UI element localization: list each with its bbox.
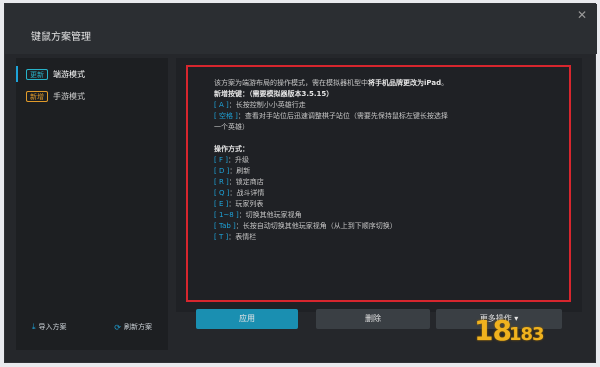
key-label: [ 空格 ] (214, 112, 238, 120)
description-line: 新增按键：（需要模拟器版本3.5.15） (214, 89, 554, 100)
description-line: [ D ]：刷新 (214, 166, 554, 177)
key-label: [ A ] (214, 101, 229, 109)
watermark-small: 183 (508, 324, 545, 345)
description-line: [ E ]：玩家列表 (214, 199, 554, 210)
scheme-sidebar: 更新 端游模式 新增 手游模式 ⤓ 导入方案 ⟳ 刷新方案 (16, 58, 168, 350)
description-text: 将手机品牌更改为iPad (368, 79, 442, 87)
description-line: 操作方式： (214, 144, 554, 155)
description-text: ：战斗详情 (229, 189, 265, 197)
description-text: ：锁定商店 (228, 178, 264, 186)
description-text: 。 (441, 79, 449, 87)
sidebar-item-pc-mode[interactable]: 更新 端游模式 (26, 66, 85, 82)
description-text: ：查看对手站位后迅速调整棋子站位（需要先保持鼠标左键长按选择 (237, 112, 448, 120)
delete-button[interactable]: 删除 (316, 309, 430, 329)
new-badge: 新增 (26, 90, 48, 102)
description-text: ：长按自动切换其他玩家视角（从上到下顺序切换） (235, 222, 397, 230)
description-text: ：刷新 (229, 167, 251, 175)
sidebar-item-label: 手游模式 (53, 91, 85, 101)
title-bar: 键鼠方案管理 ✕ (5, 4, 597, 54)
description-line: [ R ]：锁定商店 (214, 177, 554, 188)
description-text: ：切换其他玩家视角 (238, 211, 302, 219)
key-label: [ Tab ] (214, 222, 236, 230)
import-scheme-button[interactable]: ⤓ 导入方案 (32, 320, 67, 334)
description-line: [ 空格 ]：查看对手站位后迅速调整棋子站位（需要先保持鼠标左键长按选择 (214, 111, 554, 122)
description-line: 该方案为端游布局的操作模式，需在模拟器机型中将手机品牌更改为iPad。 (214, 78, 554, 89)
close-icon[interactable]: ✕ (577, 8, 587, 22)
description-line: [ Tab ]：长按自动切换其他玩家视角（从上到下顺序切换） (214, 221, 554, 232)
dialog-title: 键鼠方案管理 (31, 32, 91, 43)
key-label: [ Q ] (214, 189, 230, 197)
description-line: [ 1~8 ]：切换其他玩家视角 (214, 210, 554, 221)
key-label: [ T ] (214, 233, 229, 241)
sidebar-item-mobile-mode[interactable]: 新增 手游模式 (26, 88, 85, 104)
import-scheme-label: 导入方案 (38, 323, 67, 331)
description-line (214, 133, 554, 144)
sidebar-footer: ⤓ 导入方案 ⟳ 刷新方案 (16, 320, 168, 334)
active-indicator (16, 66, 18, 82)
watermark-main: 18 (474, 314, 512, 347)
key-label: [ 1~8 ] (214, 211, 239, 219)
refresh-scheme-button[interactable]: ⟳ 刷新方案 (114, 320, 152, 334)
description-line: [ Q ]：战斗详情 (214, 188, 554, 199)
description-text: ：玩家列表 (228, 200, 264, 208)
description-text: 一个英雄） (214, 123, 249, 131)
updated-badge: 更新 (26, 68, 48, 80)
key-label: [ D ] (214, 167, 230, 175)
refresh-icon: ⟳ (114, 322, 121, 332)
description-line: [ A ]：长按控制小小英雄行走 (214, 100, 554, 111)
description-text: 操作方式： (214, 145, 249, 153)
description-text: 新增按键：（需要模拟器版本3.5.15） (214, 90, 334, 98)
apply-button[interactable]: 应用 (196, 309, 298, 329)
description-text: ：表情栏 (228, 233, 257, 241)
sidebar-item-label: 端游模式 (53, 69, 85, 79)
description-line: [ F ]：升级 (214, 155, 554, 166)
refresh-scheme-label: 刷新方案 (124, 323, 152, 331)
description-text (214, 134, 216, 142)
key-label: [ F ] (214, 156, 228, 164)
description-line: [ T ]：表情栏 (214, 232, 554, 243)
description-line: 一个英雄） (214, 122, 554, 133)
key-label: [ R ] (214, 178, 229, 186)
site-watermark-logo: 18183 (474, 314, 586, 354)
description-text: ：长按控制小小英雄行走 (228, 101, 306, 109)
description-text: ：升级 (227, 156, 249, 164)
description-text: 该方案为端游布局的操作模式，需在模拟器机型中 (214, 79, 368, 87)
import-icon: ⤓ (32, 322, 36, 331)
key-label: [ E ] (214, 200, 229, 208)
scheme-description-text: 该方案为端游布局的操作模式，需在模拟器机型中将手机品牌更改为iPad。 新增按键：… (214, 78, 554, 243)
